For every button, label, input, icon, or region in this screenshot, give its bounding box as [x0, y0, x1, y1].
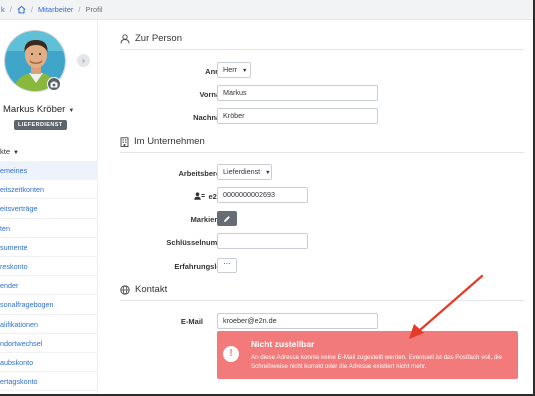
divider [120, 152, 524, 153]
section-title-contact: Kontakt [120, 284, 167, 295]
schluesselnummer-field[interactable] [217, 233, 308, 249]
email-field[interactable]: kroeber@e2n.de [217, 313, 378, 329]
chevron-down-icon: ▼ [68, 108, 75, 114]
sidebar-item-arbeitszeitkonten[interactable]: eitszeitkonten [0, 180, 98, 200]
sidebar: Markus Kröber ▼ LIEFERDIENST kte ▼ emeines… [0, 20, 98, 394]
caret-down-icon: ▼ [241, 68, 248, 74]
anrede-label: Anrede [126, 67, 231, 76]
section-title-person: Zur Person [120, 33, 182, 44]
erfahrungslevel-label: Erfahrungslevel [174, 262, 231, 271]
home-icon[interactable] [17, 5, 26, 14]
sidebar-item-qualifikationen[interactable]: alifikationen [0, 315, 98, 334]
caret-down-icon: ▼ [13, 150, 19, 156]
play-icon[interactable] [77, 54, 90, 67]
breadcrumb-separator: / [9, 5, 12, 14]
divider [120, 300, 524, 301]
breadcrumb: k / / Mitarbeiter / Profil [0, 0, 533, 20]
alert-icon: ! [223, 346, 239, 362]
sidebar-item-urlaubskonto[interactable]: aubskonto [0, 353, 98, 373]
arbeitsbereich-value: Lieferdienst [223, 167, 261, 176]
sidebar-item-personalfragebogen[interactable]: sonalfragebogen [0, 295, 98, 315]
pencil-icon [224, 215, 230, 222]
user-name[interactable]: Markus Kröber ▼ [3, 104, 74, 115]
role-badge: LIEFERDIENST [14, 120, 67, 130]
vorname-label: Vorname [199, 90, 231, 99]
toast-message: An diese Adresse konnte keine E-Mail zug… [251, 354, 503, 370]
sidebar-section-toggle[interactable]: kte ▼ [0, 147, 19, 156]
sidebar-item-kalender[interactable]: ender [0, 276, 98, 296]
sidebar-item-jahreskonto[interactable]: reskonto [0, 257, 98, 277]
anrede-value: Herr [223, 65, 237, 74]
section-title-company: Im Unternehmen [120, 136, 205, 147]
breadcrumb-current: Profil [85, 5, 103, 14]
toast-title: Nicht zustellbar [251, 339, 315, 349]
sidebar-item-dokumente[interactable]: sumente [0, 238, 98, 257]
nachname-label: Nachname [193, 113, 231, 122]
sidebar-item-standortwechsel[interactable]: ndortwechsel [0, 334, 98, 353]
building-icon [120, 136, 129, 147]
sidebar-item-arbeitsvertraege[interactable]: eitsverträge [0, 199, 98, 219]
markierung-button[interactable] [217, 211, 237, 226]
globe-icon [120, 284, 130, 295]
section-title-contact-text: Kontakt [135, 284, 168, 295]
app-window: k / / Mitarbeiter / Profil Markus Kröber… [0, 0, 535, 396]
user-icon [120, 33, 130, 44]
breadcrumb-mitarbeiter[interactable]: Mitarbeiter [38, 5, 73, 14]
divider [120, 49, 524, 50]
sidebar-section-label: kte [0, 147, 11, 156]
breadcrumb-first[interactable]: k [1, 5, 5, 14]
section-title-company-text: Im Unternehmen [134, 136, 205, 147]
section-title-person-text: Zur Person [135, 33, 182, 44]
arbeitsbereich-label: Arbeitsbereich [178, 169, 231, 178]
caret-down-icon: ▼ [265, 170, 271, 176]
sidebar-item-feiertagskonto[interactable]: ertagskonto [0, 372, 98, 392]
vorname-field[interactable]: Markus [217, 85, 378, 101]
user-badge-icon [194, 192, 206, 200]
breadcrumb-separator: / [30, 5, 33, 14]
schluesselnummer-label: Schlüsselnummer [166, 238, 231, 247]
sidebar-nav: emeines eitszeitkonten eitsverträge ten … [0, 161, 98, 392]
markierung-label: Markierung [190, 215, 231, 224]
camera-icon[interactable] [47, 77, 61, 91]
email-label: E-Mail [180, 317, 203, 326]
anrede-select[interactable]: Herr ▼ [217, 62, 251, 78]
sidebar-item-allgemeines[interactable]: emeines [0, 161, 98, 181]
breadcrumb-separator: / [78, 5, 81, 14]
user-name-text: Markus Kröber [3, 104, 66, 115]
arbeitsbereich-select[interactable]: Lieferdienst ▼ [217, 164, 272, 180]
erfahrungslevel-button[interactable]: ··· [217, 258, 237, 273]
nachname-field[interactable]: Kröber [217, 108, 378, 124]
e2n-id-field[interactable]: 0000000002693 [217, 187, 308, 203]
error-toast[interactable]: ! Nicht zustellbar An diese Adresse konn… [217, 331, 518, 379]
sidebar-item-daten[interactable]: ten [0, 219, 98, 238]
e2n-id-label: e2n ID [126, 192, 231, 201]
